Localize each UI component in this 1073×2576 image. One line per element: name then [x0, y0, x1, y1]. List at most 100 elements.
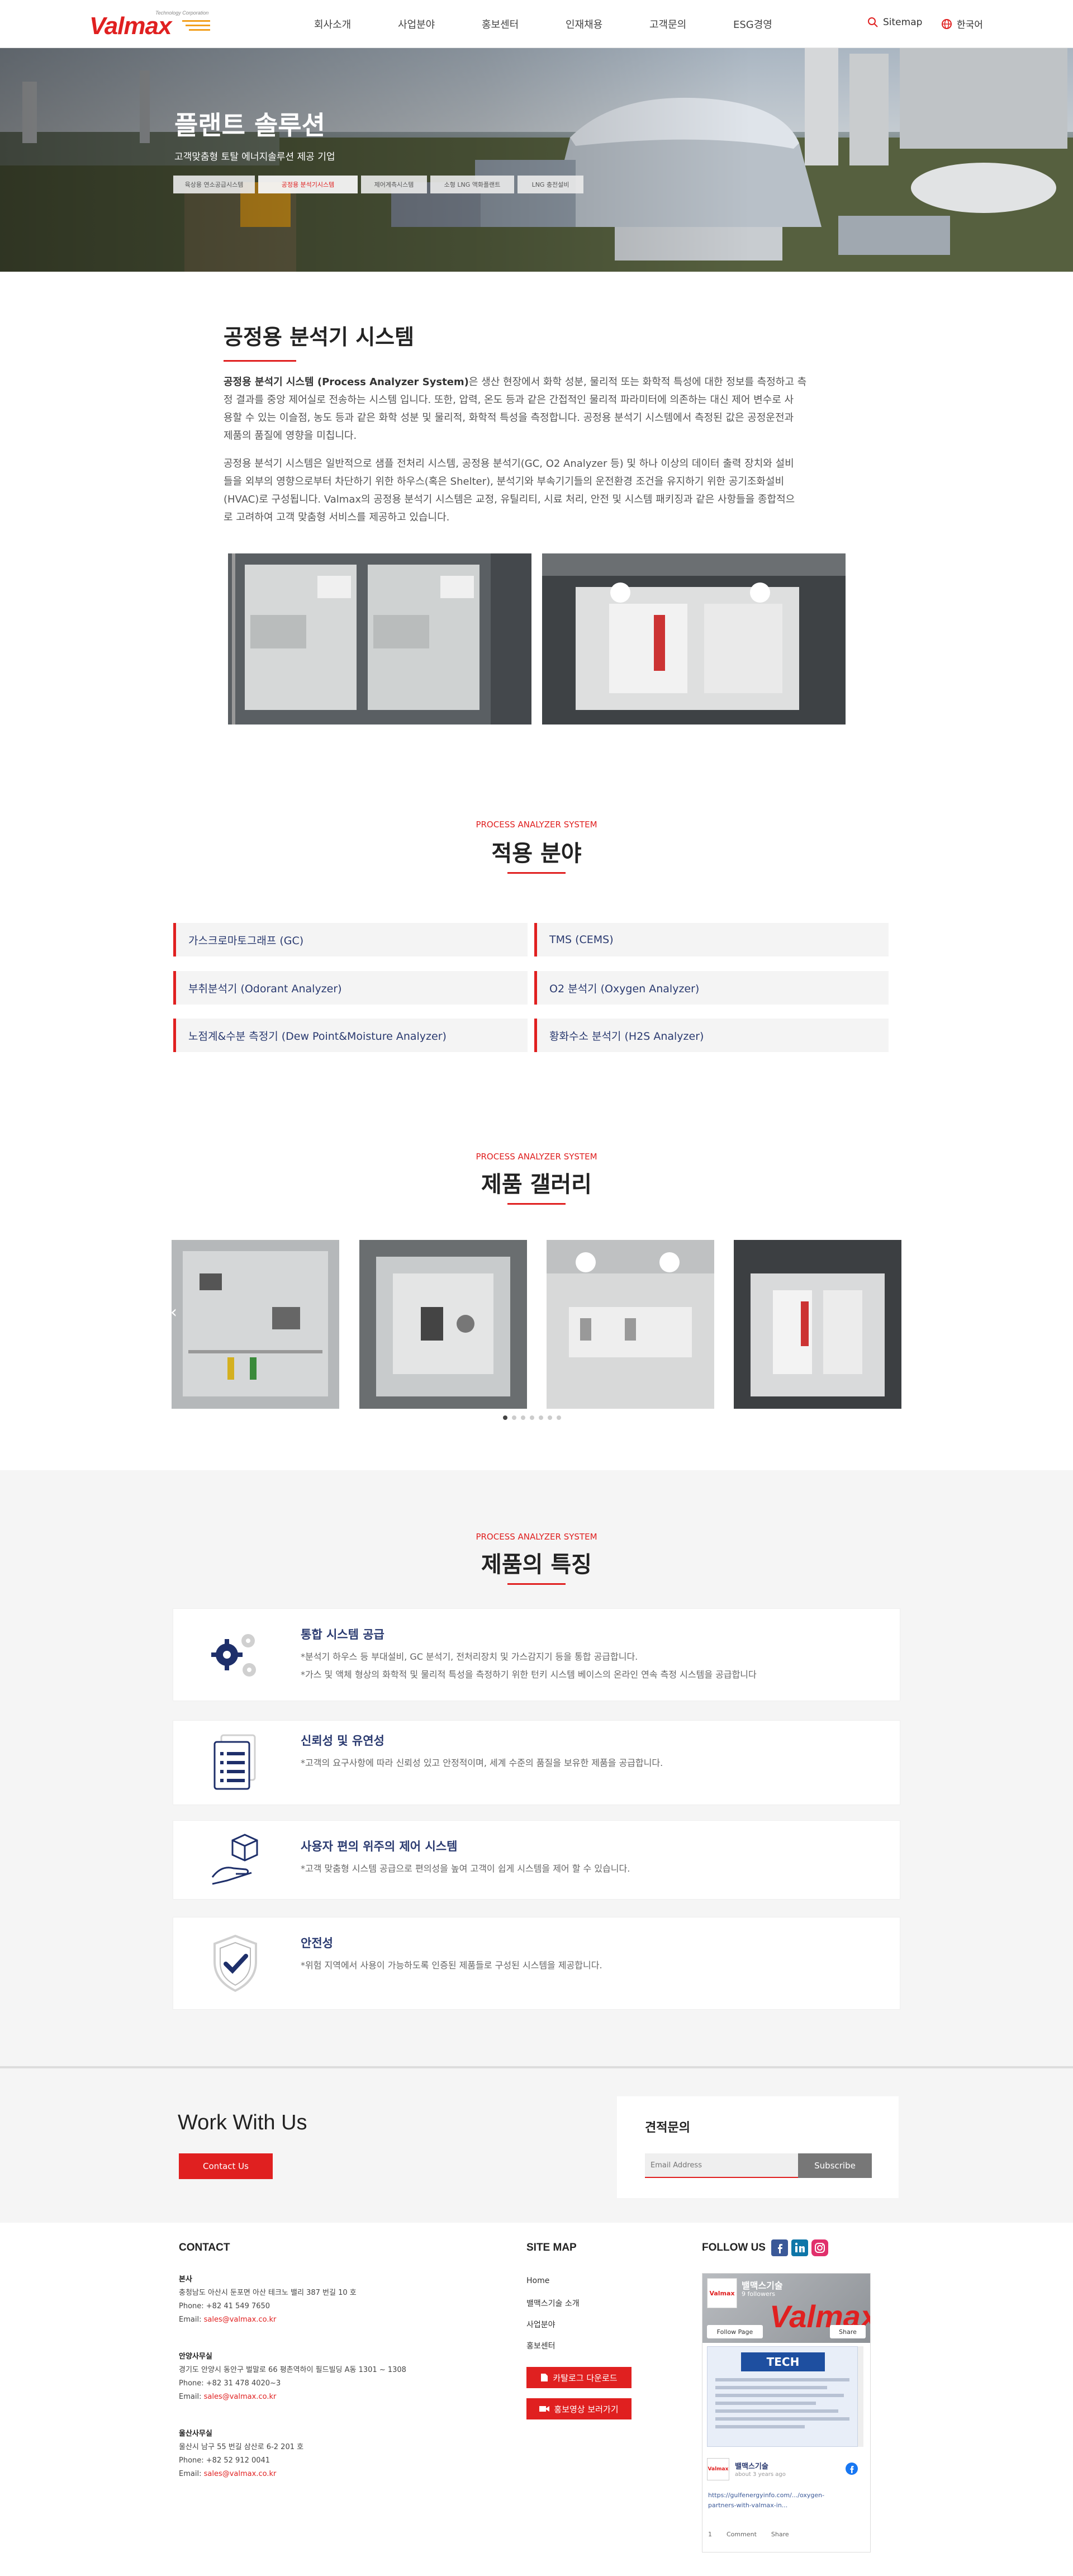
application-gc: 가스크로마토그래프 (GC) [173, 923, 528, 956]
quote-email-input[interactable] [645, 2153, 798, 2178]
video-camera-icon [539, 2406, 550, 2412]
gallery-image-3[interactable] [547, 1240, 714, 1409]
fb-tech-banner: TECH [741, 2352, 825, 2371]
gears-icon [211, 1634, 256, 1677]
gallery-image-4[interactable] [734, 1240, 901, 1409]
gallery-eyebrow: PROCESS ANALYZER SYSTEM [476, 1152, 597, 1162]
fb-post-link-1[interactable]: https://gulfenergyinfo.com/.../oxygen- [708, 2492, 824, 2499]
feature-desc-integrated: *분석기 하우스 등 부대설비, GC 분석기, 전처리장치 및 가스감지기 등… [301, 1651, 757, 1680]
logo-tagline: Technology Corporation [155, 10, 209, 16]
fb-followers: 9 followers [742, 2290, 775, 2298]
fb-post-share-button[interactable]: Share [771, 2531, 789, 2538]
pdf-icon [541, 2374, 548, 2381]
gallery-dot-5[interactable] [539, 1415, 543, 1420]
cta-title: Work With Us [178, 2111, 307, 2134]
hero-title: 플랜트 솔루션 [174, 110, 325, 140]
subscribe-button[interactable]: Subscribe [798, 2153, 872, 2178]
feature-title-integrated: 통합 시스템 공급 [301, 1628, 384, 1641]
fb-page-name[interactable]: 밸맥스기술 [742, 2278, 783, 2291]
contact-us-button[interactable]: Contact Us [179, 2153, 273, 2179]
intro-title-underline [224, 360, 296, 362]
applications-eyebrow: PROCESS ANALYZER SYSTEM [476, 820, 597, 830]
fb-avatar: Valmax [707, 2278, 737, 2308]
fb-follow-button[interactable]: Follow Page [707, 2325, 763, 2338]
shield-check-icon [213, 1934, 257, 1992]
facebook-round-icon [846, 2463, 858, 2475]
gallery-dot-2[interactable] [512, 1415, 516, 1420]
hero-tab-lng-station[interactable]: LNG 충전설비 [517, 176, 583, 193]
office-hq: 본사 충청남도 아산시 둔포면 아산 테크노 밸리 387 번길 10 호 Ph… [179, 2275, 357, 2324]
fb-post-avatar: Valmax [707, 2458, 729, 2480]
sitemap-link[interactable]: Sitemap [867, 17, 922, 28]
intro-paragraph-2: 공정용 분석기 시스템은 일반적으로 샘플 전처리 시스템, 공정용 분석기(G… [224, 458, 795, 523]
fb-post-link-2[interactable]: partners-with-valmax-in... [708, 2502, 787, 2509]
sitemap-link-pr[interactable]: 홍보센터 [526, 2340, 556, 2351]
nav-company[interactable]: 회사소개 [314, 17, 351, 31]
application-tms: TMS (CEMS) [534, 923, 889, 956]
nav-esg[interactable]: ESG경영 [733, 17, 772, 31]
fb-post-actions: 1 Comment Share [708, 2531, 789, 2538]
sitemap-link-home[interactable]: Home [526, 2276, 549, 2285]
feature-desc-control: *고객 맞춤형 시스템 공급으로 편의성을 높여 고객이 쉽게 시스템을 제어 … [301, 1863, 630, 1874]
catalog-download-button[interactable]: 카탈로그 다운로드 [526, 2367, 632, 2388]
search-icon [868, 17, 878, 27]
fb-like-count[interactable]: 1 [708, 2531, 712, 2538]
nav-pr-center[interactable]: 홍보센터 [482, 17, 519, 31]
hand-box-icon [211, 1834, 258, 1885]
hero-tab-combustion[interactable]: 육상용 연소공급시스템 [173, 176, 255, 193]
application-dewpoint: 노점계&수분 측정기 (Dew Point&Moisture Analyzer) [173, 1019, 528, 1052]
feature-desc-reliability: *고객의 요구사항에 따라 신뢰성 있고 안정적이며, 세계 수준의 품질을 보… [301, 1758, 663, 1768]
hero-tab-process-analyzer[interactable]: 공정용 분석기시스템 [258, 176, 358, 193]
feature-desc-safety: *위험 지역에서 사용이 가능하도록 인증된 제품들로 구성된 시스템을 제공합… [301, 1960, 602, 1971]
fb-post-time: about 3 years ago [735, 2471, 786, 2478]
office-anyang: 안양사무실 경기도 안양시 동안구 벌말로 66 평촌역하이 필드빌딩 A동 1… [179, 2352, 406, 2401]
nav-careers[interactable]: 인재채용 [566, 17, 602, 31]
gallery-prev-arrow[interactable]: ‹ [170, 1303, 177, 1322]
nav-customer[interactable]: 고객문의 [649, 17, 686, 31]
features-underline [507, 1583, 566, 1585]
linkedin-icon[interactable] [791, 2239, 808, 2256]
facebook-widget: Valmax Valmax 밸맥스기술 9 followers Follow P… [702, 2273, 871, 2553]
gallery-dot-4[interactable] [530, 1415, 534, 1420]
gallery-image-2[interactable] [359, 1240, 527, 1409]
application-h2s: 황화수소 분석기 (H2S Analyzer) [534, 1019, 889, 1052]
promo-video-button[interactable]: 홍보영상 보러가기 [526, 2398, 632, 2419]
office-ulsan: 울산사무실 울산시 남구 55 번길 삼산로 6-2 201 호 Phone: … [179, 2430, 304, 2478]
fb-scrollbar[interactable] [858, 2346, 863, 2447]
facebook-icon[interactable] [771, 2239, 788, 2256]
fb-share-button[interactable]: Share [830, 2325, 866, 2338]
hero-tab-small-lng[interactable]: 소형 LNG 액화플랜트 [430, 176, 514, 193]
gallery-dot-3[interactable] [521, 1415, 525, 1420]
quote-card: 견적문의 Subscribe [617, 2096, 899, 2198]
hq-email-link[interactable]: sales@valmax.co.kr [204, 2315, 277, 2324]
nav-business[interactable]: 사업분야 [398, 17, 435, 31]
social-icons [771, 2239, 828, 2256]
gallery-dot-1[interactable] [503, 1415, 507, 1420]
feature-title-safety: 안전성 [301, 1936, 333, 1950]
sitemap-link-about[interactable]: 밸맥스기술 소개 [526, 2298, 580, 2309]
analyzer-panel-photo [228, 553, 531, 724]
globe-icon [942, 18, 952, 29]
sitemap-link-business[interactable]: 사업분야 [526, 2319, 556, 2330]
hero-tab-control[interactable]: 제어계측시스템 [361, 176, 427, 193]
anyang-email-link[interactable]: sales@valmax.co.kr [204, 2393, 277, 2401]
feature-title-control: 사용자 편의 위주의 제어 시스템 [301, 1840, 458, 1853]
features-title: 제품의 특징 [481, 1552, 592, 1578]
fb-post-author[interactable]: 밸맥스기술 [735, 2460, 768, 2471]
document-list-icon [213, 1734, 256, 1790]
ulsan-email-link[interactable]: sales@valmax.co.kr [204, 2470, 277, 2478]
feature-card-safety: 안전성 *위험 지역에서 사용이 가능하도록 인증된 제품들로 구성된 시스템을… [173, 1917, 900, 2009]
sitemap-heading: SITE MAP [526, 2242, 577, 2253]
gallery-dot-7[interactable] [557, 1415, 561, 1420]
gallery-dot-6[interactable] [548, 1415, 552, 1420]
instagram-icon[interactable] [811, 2239, 828, 2256]
valmax-logo[interactable]: Valmax Technology Corporation [89, 8, 212, 40]
hero-subtitle: 고객맞춤형 토탈 에너지솔루션 제공 기업 [174, 151, 335, 163]
gallery-image-1[interactable] [172, 1240, 339, 1409]
language-label: 한국어 [957, 20, 983, 31]
hero-banner: 플랜트 솔루션 고객맞춤형 토탈 에너지솔루션 제공 기업 육상용 연소공급시스… [0, 48, 1073, 272]
fb-comment-button[interactable]: Comment [727, 2531, 757, 2538]
site-header: Valmax Technology Corporation 회사소개 사업분야 … [0, 0, 1073, 48]
language-selector[interactable]: 한국어 [941, 17, 983, 31]
cta-section [0, 2068, 1073, 2223]
